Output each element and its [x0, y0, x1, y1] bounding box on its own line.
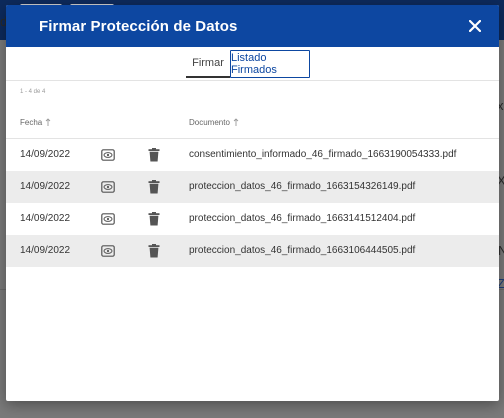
- row-date: 14/09/2022: [20, 149, 71, 160]
- tab-listado-firmados[interactable]: Listado Firmados: [230, 50, 310, 78]
- row-document[interactable]: proteccion_datos_46_firmado_166315432614…: [189, 181, 415, 192]
- view-icon[interactable]: [101, 149, 115, 161]
- row-document[interactable]: consentimiento_informado_46_firmado_1663…: [189, 149, 456, 160]
- row-date: 14/09/2022: [20, 181, 71, 192]
- close-icon: [469, 20, 481, 32]
- row-document[interactable]: proteccion_datos_46_firmado_166314151240…: [189, 213, 415, 224]
- delete-icon[interactable]: [148, 148, 160, 162]
- view-icon[interactable]: [101, 213, 115, 225]
- delete-icon[interactable]: [148, 244, 160, 258]
- tab-firmar[interactable]: Firmar: [186, 50, 230, 78]
- view-icon[interactable]: [101, 181, 115, 193]
- row-document[interactable]: proteccion_datos_46_firmado_166310644450…: [189, 245, 415, 256]
- column-header-label: Fecha: [20, 118, 43, 127]
- column-header-label: Documento: [189, 118, 230, 127]
- dialog-title: Firmar Protección de Datos: [39, 17, 238, 35]
- delete-icon[interactable]: [148, 212, 160, 226]
- column-header-date[interactable]: Fecha: [20, 118, 51, 127]
- table-row: 14/09/2022 consentimiento_informado_46_f…: [6, 139, 499, 171]
- dialog-tabs: Firmar Listado Firmados: [6, 47, 499, 81]
- sign-dialog: Firmar Protección de Datos Firmar Listad…: [6, 5, 499, 401]
- sort-icon: [233, 118, 239, 126]
- table-row: 14/09/2022 proteccion_datos_46_firmado_1…: [6, 171, 499, 203]
- sort-icon: [45, 118, 51, 126]
- row-date: 14/09/2022: [20, 245, 71, 256]
- row-date: 14/09/2022: [20, 213, 71, 224]
- table-row: 14/09/2022 proteccion_datos_46_firmado_1…: [6, 203, 499, 235]
- dialog-header: Firmar Protección de Datos: [6, 5, 499, 47]
- view-icon[interactable]: [101, 245, 115, 257]
- pagination-range: 1 - 4 de 4: [20, 89, 46, 95]
- table-row: 14/09/2022 proteccion_datos_46_firmado_1…: [6, 235, 499, 267]
- delete-icon[interactable]: [148, 180, 160, 194]
- close-button[interactable]: [465, 16, 485, 36]
- column-header-document[interactable]: Documento: [189, 118, 239, 127]
